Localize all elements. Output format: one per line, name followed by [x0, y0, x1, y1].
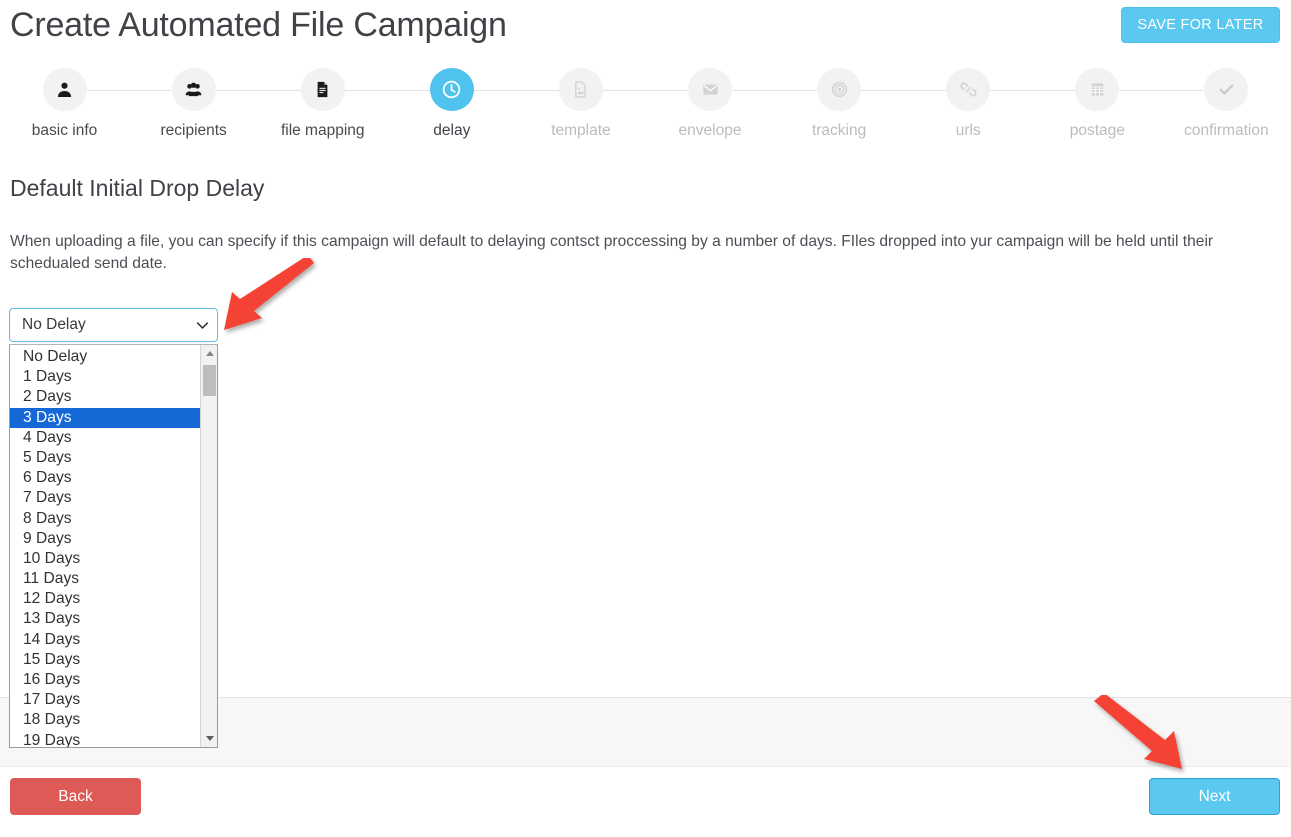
stepper-connector	[903, 90, 947, 91]
stepper-item-template[interactable]: template	[516, 68, 646, 140]
save-for-later-button[interactable]: SAVE FOR LATER	[1121, 7, 1280, 43]
delay-option[interactable]: 17 Days	[10, 690, 200, 710]
stepper-item-postage[interactable]: postage	[1032, 68, 1162, 140]
back-button[interactable]: Back	[10, 778, 141, 815]
stepper-connector	[258, 90, 301, 91]
stepper-label: recipients	[160, 122, 227, 139]
stepper-item-urls[interactable]: urls	[903, 68, 1033, 140]
delay-option[interactable]: 15 Days	[10, 650, 200, 670]
create-campaign-page: Create Automated File Campaign SAVE FOR …	[0, 0, 1291, 837]
stepper-connector	[516, 90, 559, 91]
stepper-item-recipients[interactable]: recipients	[129, 68, 259, 140]
delay-option[interactable]: 8 Days	[10, 509, 200, 529]
stepper-item-confirmation[interactable]: confirmation	[1161, 68, 1291, 140]
delay-option[interactable]: 16 Days	[10, 670, 200, 690]
stepper-label: template	[551, 122, 611, 139]
user-icon	[42, 68, 87, 111]
stepper-connector	[473, 90, 517, 91]
target-icon	[817, 68, 862, 111]
users-icon	[171, 68, 216, 111]
stepper-connector	[1161, 90, 1205, 91]
image-file-icon	[558, 68, 603, 111]
stepper-item-envelope[interactable]: envelope	[645, 68, 775, 140]
stepper-label: tracking	[811, 122, 867, 139]
stepper-connector	[990, 90, 1033, 91]
stepper-label: postage	[1069, 122, 1125, 139]
stepper-label: confirmation	[1184, 122, 1269, 139]
stepper-connector	[344, 90, 388, 91]
section-title: Default Initial Drop Delay	[10, 175, 265, 201]
delay-option[interactable]: 19 Days	[10, 731, 200, 747]
stepper-connector	[861, 90, 904, 91]
delay-option[interactable]: 7 Days	[10, 488, 200, 508]
check-icon	[1204, 68, 1249, 111]
page-title: Create Automated File Campaign	[10, 6, 507, 44]
scroll-down-arrow-icon[interactable]	[201, 730, 217, 747]
delay-option[interactable]: 13 Days	[10, 609, 200, 629]
delay-option[interactable]: 9 Days	[10, 529, 200, 549]
stepper-connector	[732, 90, 775, 91]
chevron-down-icon	[196, 319, 209, 332]
stepper-connector	[86, 90, 130, 91]
stepper-item-file-mapping[interactable]: file mapping	[258, 68, 388, 140]
stepper-item-tracking[interactable]: tracking	[774, 68, 904, 140]
delay-option[interactable]: 12 Days	[10, 589, 200, 609]
delay-select-value: No Delay	[22, 316, 86, 333]
delay-select-dropdown[interactable]: No Delay 1 Days 2 Days 3 Days 4 Days 5 Days 6 …	[9, 344, 218, 748]
delay-option[interactable]: 1 Days	[10, 367, 200, 387]
stepper-connector	[215, 90, 259, 91]
stepper-label: basic info	[31, 122, 98, 139]
stepper-connector	[1032, 90, 1076, 91]
stepper-connector	[387, 90, 430, 91]
delay-option[interactable]: 14 Days	[10, 630, 200, 650]
delay-option[interactable]: 4 Days	[10, 428, 200, 448]
stepper-label: urls	[955, 122, 981, 139]
scrollbar-thumb[interactable]	[203, 365, 216, 396]
campaign-stepper: basic info recipients file mapping delay tem…	[0, 68, 1291, 140]
clock-icon	[429, 68, 474, 111]
delay-option[interactable]: 3 Days	[10, 407, 200, 428]
delay-select[interactable]: No Delay	[9, 308, 218, 342]
next-button[interactable]: Next	[1149, 778, 1280, 815]
delay-option[interactable]: 11 Days	[10, 569, 200, 589]
stepper-connector	[1119, 90, 1162, 91]
delay-option[interactable]: No Delay	[10, 347, 200, 367]
scroll-up-arrow-icon[interactable]	[201, 345, 217, 362]
section-description: When uploading a file, you can specify i…	[10, 233, 1214, 272]
delay-option[interactable]: 2 Days	[10, 387, 200, 407]
stamp-icon	[1075, 68, 1120, 111]
delay-option[interactable]: 10 Days	[10, 549, 200, 569]
stepper-connector	[774, 90, 818, 91]
delay-option-list[interactable]: No Delay 1 Days 2 Days 3 Days 4 Days 5 Days 6 …	[10, 345, 200, 747]
stepper-label: delay	[433, 122, 471, 139]
stepper-item-delay[interactable]: delay	[387, 68, 517, 140]
delay-option[interactable]: 18 Days	[10, 710, 200, 730]
dropdown-scrollbar[interactable]	[200, 345, 217, 747]
stepper-item-basic-info[interactable]: basic info	[0, 68, 130, 140]
envelope-icon	[688, 68, 733, 111]
stepper-label: file mapping	[280, 122, 365, 139]
delay-option[interactable]: 6 Days	[10, 468, 200, 488]
delay-option[interactable]: 5 Days	[10, 448, 200, 468]
stepper-connector	[602, 90, 646, 91]
stepper-label: envelope	[678, 122, 742, 139]
link-icon	[946, 68, 991, 111]
stepper-connector	[645, 90, 689, 91]
file-text-icon	[300, 68, 345, 111]
stepper-connector	[129, 90, 172, 91]
